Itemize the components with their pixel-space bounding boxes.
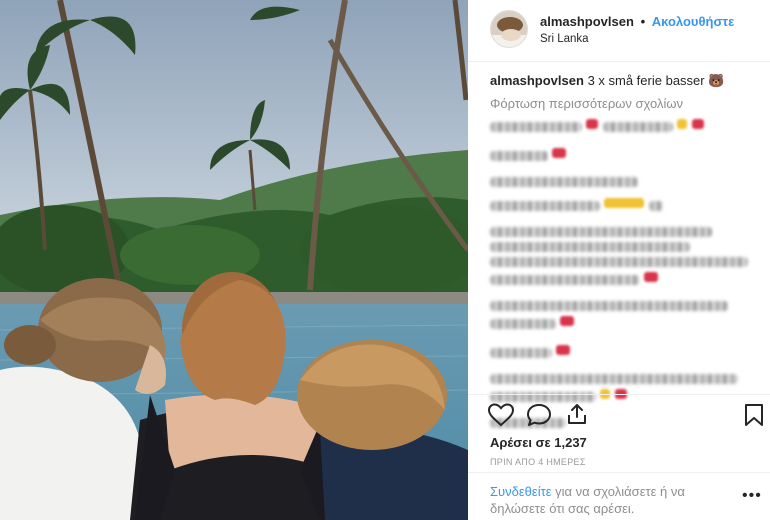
comment-icon[interactable] [526,403,552,432]
caption: almashpovlsen 3 x små ferie basser 🐻 [490,72,755,90]
blurred-comment [490,301,755,334]
blurred-comment [490,345,755,363]
blurred-comment [490,227,755,290]
add-comment-section: Συνδεθείτε για να σχολιάσετε ή να δηλώσε… [468,472,770,520]
caption-text: 3 x små ferie basser 🐻 [587,73,725,88]
photo-image [0,0,468,520]
post-header: almashpovlsen • Ακολουθήστε Sri Lanka [468,0,770,62]
post-actions: Αρέσει σε 1,237 ΠΡΙΝ ΑΠΟ 4 ΗΜΕΡΕΣ [468,394,770,480]
post-timestamp[interactable]: ΠΡΙΝ ΑΠΟ 4 ΗΜΕΡΕΣ [490,457,586,467]
header-text: almashpovlsen • Ακολουθήστε Sri Lanka [540,14,734,45]
blurred-comments [490,119,755,428]
follow-button[interactable]: Ακολουθήστε [652,14,735,29]
load-more-comments[interactable]: Φόρτωση περισσότερων σχολίων [490,96,755,111]
likes-count[interactable]: Αρέσει σε 1,237 [490,435,587,450]
caption-username[interactable]: almashpovlsen [490,73,584,88]
separator-dot: • [640,14,646,29]
username-link[interactable]: almashpovlsen [540,14,634,29]
post-photo[interactable] [0,0,468,520]
blurred-comment [490,177,638,187]
location-link[interactable]: Sri Lanka [540,33,734,45]
comments-section: almashpovlsen 3 x små ferie basser 🐻 Φόρ… [490,72,755,439]
blurred-comment [490,198,755,216]
share-icon[interactable] [565,402,589,431]
avatar[interactable] [490,10,528,48]
user-row: almashpovlsen • Ακολουθήστε [540,14,734,29]
blurred-comment [490,119,755,137]
avatar-image [491,11,527,47]
more-options-icon[interactable]: ••• [742,487,762,504]
heart-icon[interactable] [487,403,515,432]
bookmark-icon[interactable] [744,403,764,432]
login-prompt: Συνδεθείτε για να σχολιάσετε ή να δηλώσε… [490,483,720,517]
login-link[interactable]: Συνδεθείτε [490,484,552,499]
blurred-comment [490,148,755,166]
post-sidebar: almashpovlsen • Ακολουθήστε Sri Lanka al… [468,0,770,520]
